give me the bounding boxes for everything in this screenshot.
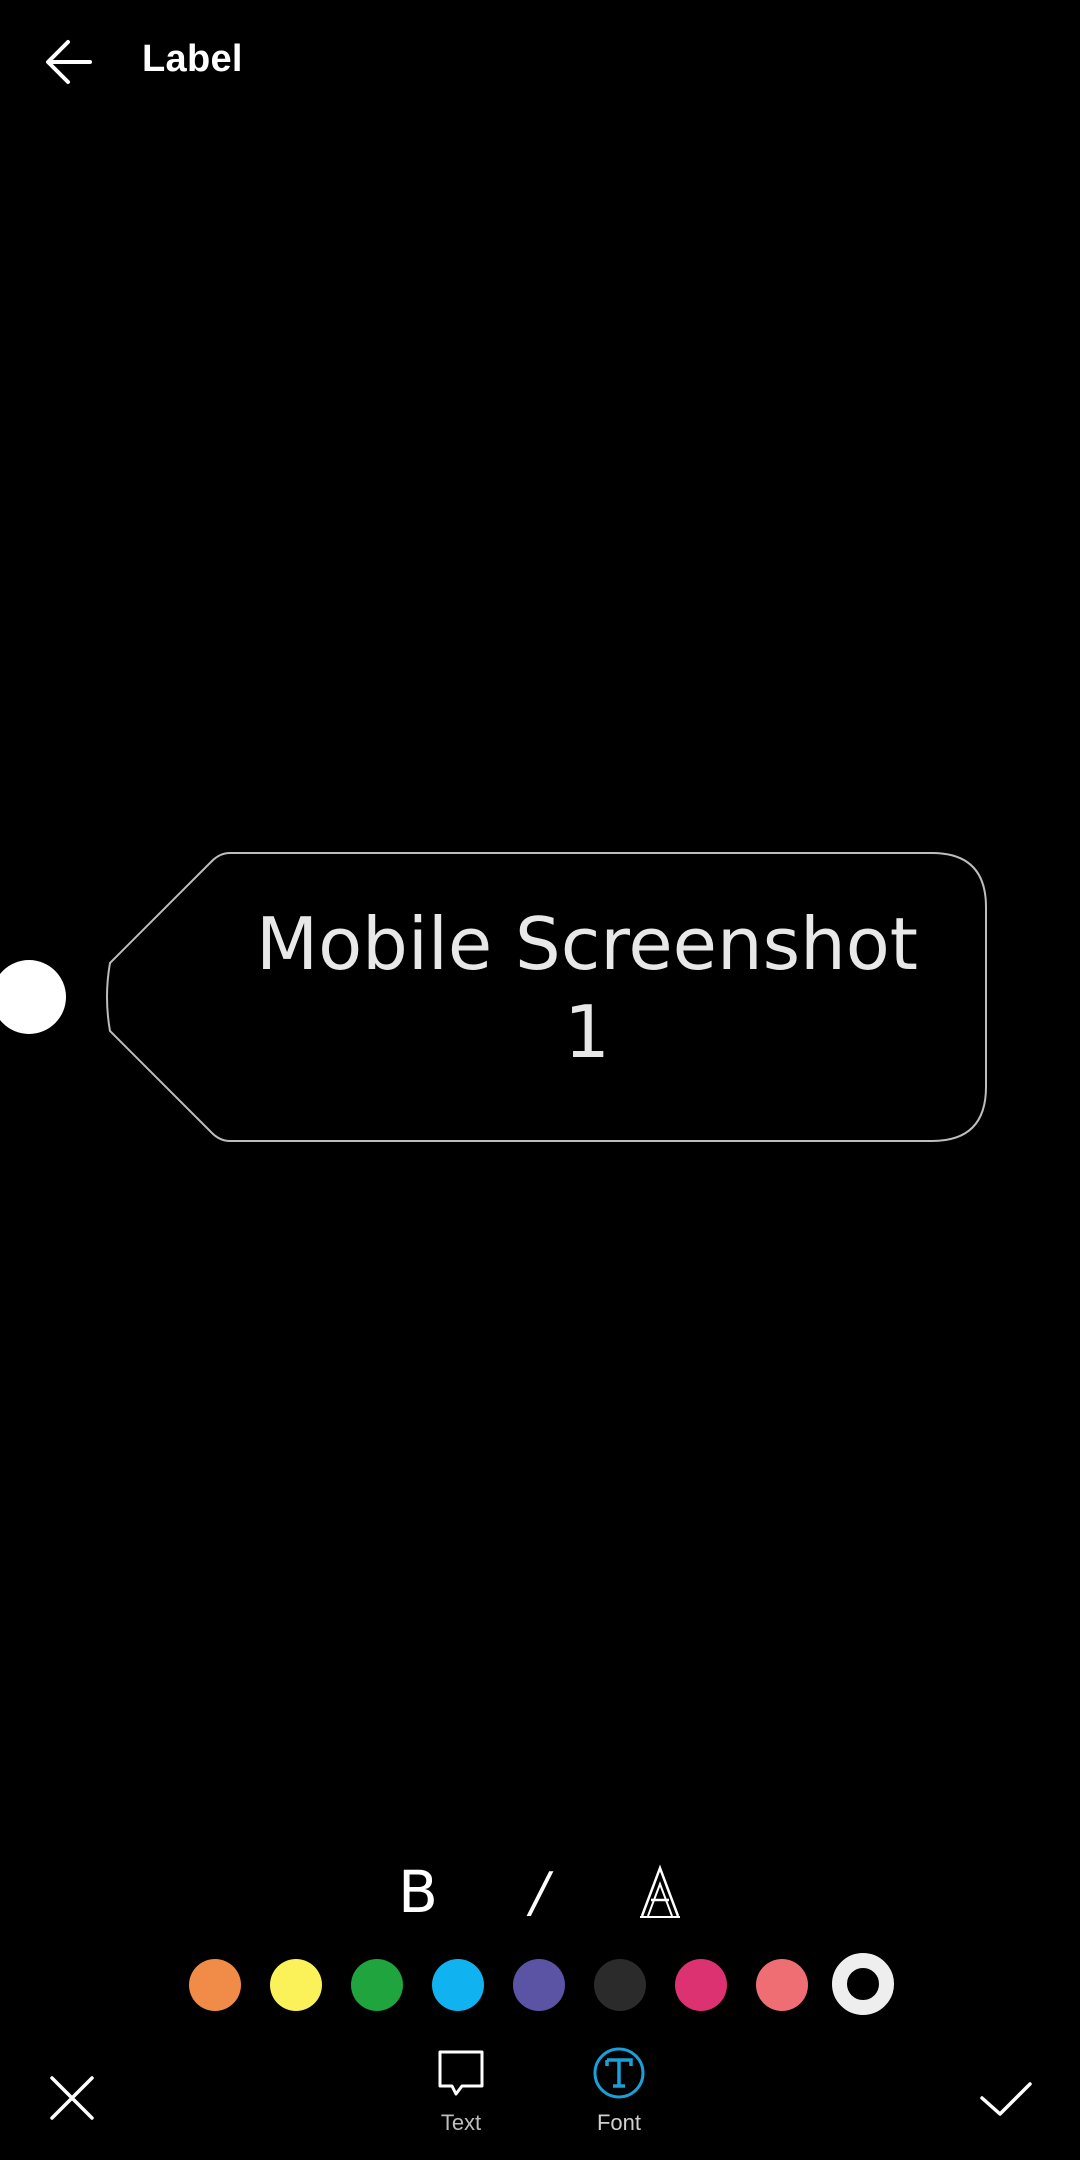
- back-button[interactable]: [40, 32, 100, 92]
- label-text[interactable]: Mobile Screenshot 1: [230, 900, 944, 1100]
- color-palette: [0, 1953, 1080, 2019]
- font-t-icon: [593, 2047, 645, 2099]
- check-icon: [980, 2082, 1032, 2116]
- swatch-magenta[interactable]: [675, 1959, 727, 2011]
- label-text-line-2: 1: [564, 990, 610, 1074]
- cancel-button[interactable]: [44, 2070, 100, 2126]
- confirm-button[interactable]: [978, 2070, 1034, 2126]
- swatch-white-selected[interactable]: [832, 1953, 894, 2015]
- tab-font-label: Font: [596, 2110, 642, 2135]
- close-icon: [50, 2076, 94, 2120]
- swatch-dark-gray[interactable]: [594, 1959, 646, 2011]
- tab-font[interactable]: Font: [559, 2046, 679, 2154]
- label-text-line-1: Mobile Screenshot: [255, 902, 919, 986]
- swatch-salmon[interactable]: [756, 1959, 808, 2011]
- style-toolbar: B /: [0, 1852, 1080, 1932]
- italic-button[interactable]: /: [500, 1852, 580, 1932]
- bold-button[interactable]: B: [378, 1852, 458, 1932]
- speech-bubble-icon: [438, 2050, 484, 2096]
- arrow-left-icon: [46, 40, 92, 84]
- outline-text-button[interactable]: [620, 1852, 700, 1932]
- bottom-bar: Text Font: [0, 2040, 1080, 2160]
- swatch-green[interactable]: [351, 1959, 403, 2011]
- tab-text-label: Text: [440, 2110, 482, 2135]
- swatch-yellow[interactable]: [270, 1959, 322, 2011]
- page-title: Label: [142, 38, 243, 80]
- swatch-orange[interactable]: [189, 1959, 241, 2011]
- app-bar: Label: [0, 0, 1080, 124]
- swatch-purple[interactable]: [513, 1959, 565, 2011]
- tab-text[interactable]: Text: [401, 2046, 521, 2154]
- label-anchor-handle[interactable]: [0, 960, 66, 1034]
- outline-a-icon: [640, 1864, 680, 1918]
- swatch-sky-blue[interactable]: [432, 1959, 484, 2011]
